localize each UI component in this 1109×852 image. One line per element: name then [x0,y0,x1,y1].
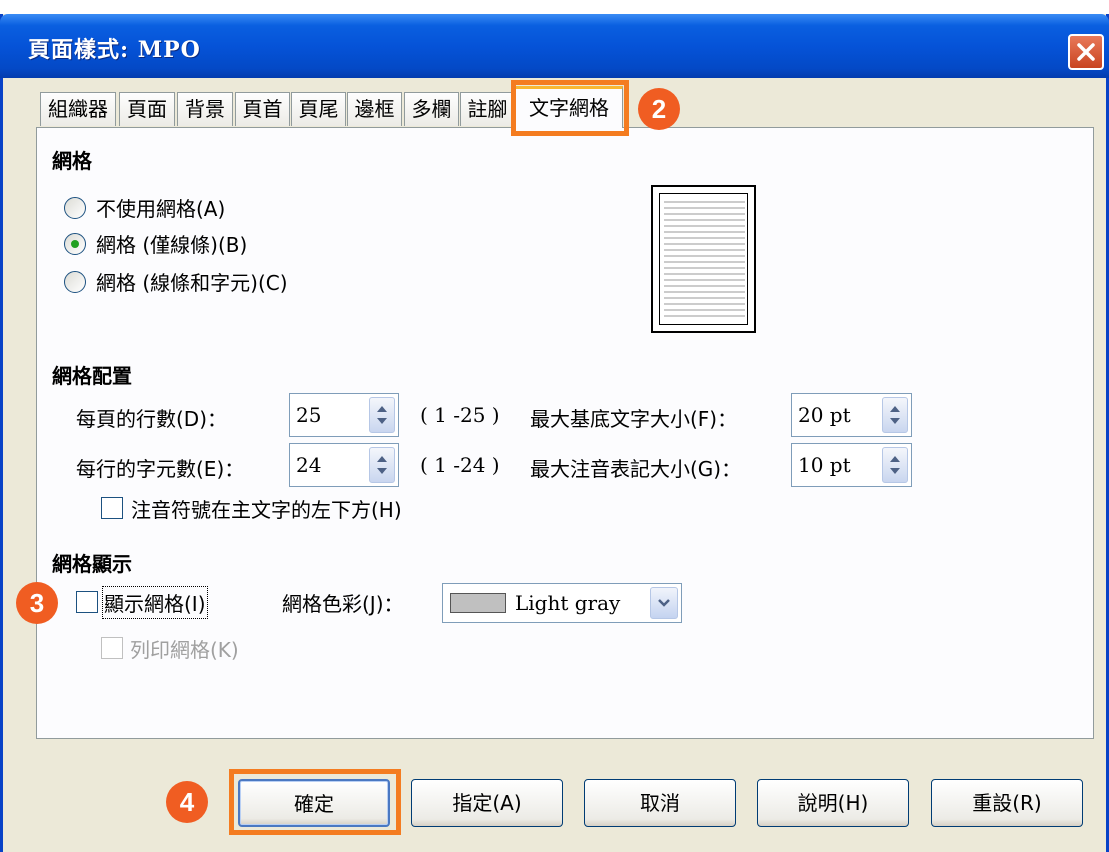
tab-borders[interactable]: 邊框 [347,92,402,126]
grid-color-select[interactable]: Light gray [442,583,682,623]
step-badge-2: 2 [638,88,680,130]
lines-per-page-label: 每頁的行數(D)： [76,407,228,431]
chars-per-line-spinner[interactable]: 24 [289,443,399,487]
lines-per-page-spinner[interactable]: 25 [289,393,399,437]
show-grid-label: 顯示網格(I) [102,586,208,619]
grid-color-label: 網格色彩(J)： [282,592,404,616]
reset-button[interactable]: 重設(R) [931,779,1083,827]
max-ruby-text-size-label: 最大注音表記大小(G)： [530,457,742,481]
radio-no-grid-label: 不使用網格(A) [96,197,226,221]
grid-preview [651,185,756,333]
print-grid-checkbox[interactable] [101,637,123,659]
grid-section-title: 網格 [52,149,92,173]
highlight-ok-button [229,769,401,835]
lines-per-page-value[interactable]: 25 [296,403,321,427]
max-ruby-text-size-spinner[interactable]: 10 pt [791,443,912,487]
tab-page[interactable]: 頁面 [119,92,175,126]
radio-grid-lines-chars[interactable] [64,271,86,293]
radio-no-grid[interactable] [64,197,86,219]
spin-buttons[interactable] [882,397,908,433]
tab-header[interactable]: 頁首 [235,92,290,126]
radio-grid-lines-chars-label: 網格 (線條和字元)(C) [96,271,288,295]
chars-per-line-range: ( 1 -24 ) [420,453,500,477]
close-icon [1077,43,1095,61]
spin-buttons[interactable] [369,447,395,483]
spin-up-down-icon [890,456,900,474]
display-section-title: 網格顯示 [52,552,132,576]
spin-buttons[interactable] [882,447,908,483]
max-base-text-size-spinner[interactable]: 20 pt [791,393,912,437]
tab-organizer[interactable]: 組織器 [40,92,116,126]
tab-columns[interactable]: 多欄 [404,92,459,126]
tab-footnote[interactable]: 註腳 [460,92,515,126]
layout-section-title: 網格配置 [52,364,132,388]
highlight-text-grid-tab [511,80,629,136]
tab-background[interactable]: 背景 [177,92,233,126]
help-button[interactable]: 說明(H) [757,779,909,827]
max-base-text-size-label: 最大基底文字大小(F)： [530,407,738,431]
cancel-button[interactable]: 取消 [584,779,736,827]
title-bar[interactable]: 頁面樣式: MPO [0,14,1109,78]
chars-per-line-label: 每行的字元數(E)： [76,457,245,481]
spin-up-down-icon [377,406,387,424]
radio-selected-dot [71,240,79,248]
spin-up-down-icon [377,456,387,474]
max-base-text-size-value[interactable]: 20 pt [798,403,851,427]
window-title: 頁面樣式: MPO [28,37,201,63]
chars-per-line-value[interactable]: 24 [296,453,321,477]
ruby-below-checkbox[interactable] [101,497,123,519]
close-button[interactable] [1068,34,1104,70]
max-ruby-text-size-value[interactable]: 10 pt [798,453,851,477]
print-grid-label: 列印網格(K) [130,638,239,662]
color-swatch [450,593,506,613]
tab-footer[interactable]: 頁尾 [291,92,346,126]
show-grid-checkbox[interactable] [76,591,98,613]
radio-grid-lines-only[interactable] [64,233,86,255]
chevron-down-icon [658,599,670,607]
dropdown-button[interactable] [650,587,678,619]
grid-preview-lines [664,201,745,317]
spin-up-down-icon [890,406,900,424]
apply-button[interactable]: 指定(A) [411,779,563,827]
lines-per-page-range: ( 1 -25 ) [420,403,500,427]
step-badge-3: 3 [16,582,58,624]
step-badge-4: 4 [166,781,208,823]
ruby-below-label: 注音符號在主文字的左下方(H) [131,498,402,522]
grid-color-value: Light gray [515,591,621,615]
spin-buttons[interactable] [369,397,395,433]
radio-grid-lines-only-label: 網格 (僅線條)(B) [96,233,248,257]
